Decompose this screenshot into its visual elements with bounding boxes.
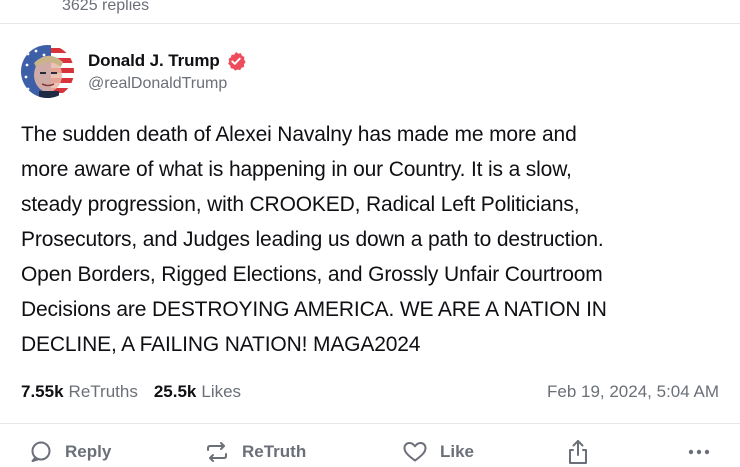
more-options-button[interactable] xyxy=(686,433,712,467)
post-timestamp[interactable]: Feb 19, 2024, 5:04 AM xyxy=(547,380,719,404)
post-stats: 7.55k ReTruths 25.5k Likes xyxy=(21,380,257,404)
author-handle[interactable]: @realDonaldTrump xyxy=(88,75,246,93)
verified-badge-icon xyxy=(226,51,246,71)
author-display-name[interactable]: Donald J. Trump xyxy=(88,51,220,71)
post-body-text: The sudden death of Alexei Navalny has m… xyxy=(21,123,607,356)
likes-stat[interactable]: 25.5k Likes xyxy=(154,382,241,402)
reply-label: Reply xyxy=(65,442,112,461)
divider xyxy=(0,423,740,424)
avatar-image xyxy=(21,44,74,98)
reply-button[interactable]: Reply xyxy=(29,433,111,467)
share-icon xyxy=(565,438,591,466)
retruths-label: ReTruths xyxy=(68,382,138,401)
post-action-bar: Reply ReTruth Like xyxy=(0,433,740,467)
like-label: Like xyxy=(440,442,475,461)
replies-count[interactable]: 3625 replies xyxy=(62,0,149,15)
retruths-count: 7.55k xyxy=(21,382,64,401)
post-header: Donald J. Trump @realDonaldTrump xyxy=(21,44,246,98)
retruth-icon xyxy=(204,440,230,464)
like-button[interactable]: Like xyxy=(402,433,474,467)
share-button[interactable] xyxy=(565,433,591,467)
likes-count: 25.5k xyxy=(153,382,197,401)
retruths-stat[interactable]: 7.55k ReTruths xyxy=(21,382,138,402)
heart-icon xyxy=(402,440,428,464)
likes-label: Likes xyxy=(201,382,242,401)
retruth-button[interactable]: ReTruth xyxy=(204,433,306,467)
author-info: Donald J. Trump @realDonaldTrump xyxy=(88,49,246,93)
divider xyxy=(0,23,740,24)
reply-icon xyxy=(29,440,53,464)
retruth-label: ReTruth xyxy=(242,442,307,461)
avatar[interactable] xyxy=(21,44,74,98)
more-horizontal-icon xyxy=(686,440,712,464)
